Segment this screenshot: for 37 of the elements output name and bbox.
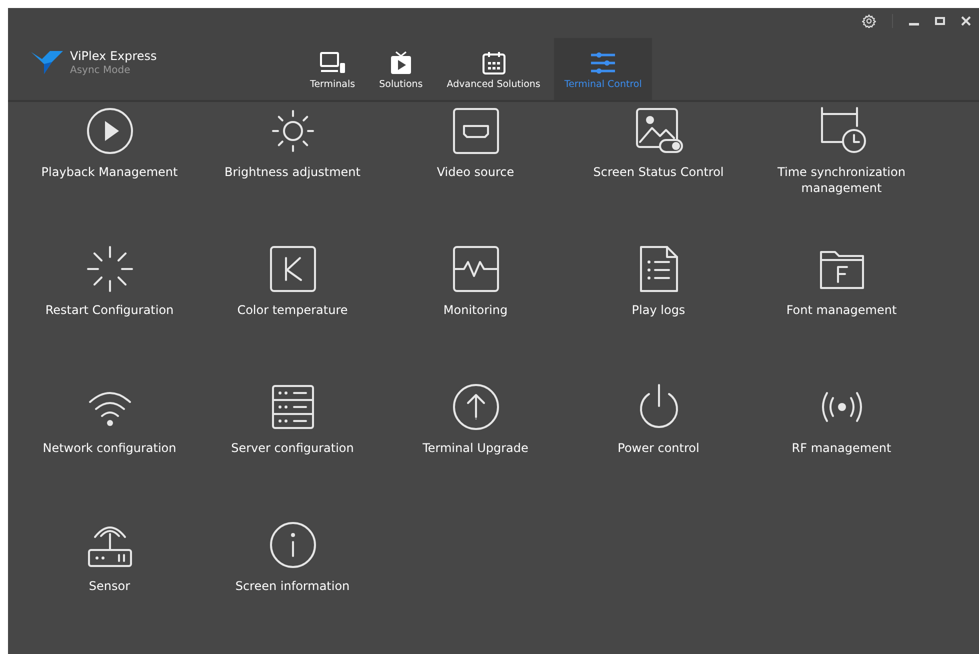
function-label[interactable]: Font management bbox=[786, 302, 897, 318]
function-label[interactable]: Play logs bbox=[632, 302, 686, 318]
monitor-icon bbox=[320, 51, 346, 75]
maximize-icon[interactable] bbox=[935, 16, 945, 26]
function-label[interactable]: Restart Configuration bbox=[45, 302, 174, 318]
image-toggle-icon bbox=[634, 106, 684, 156]
close-icon[interactable] bbox=[961, 16, 971, 26]
heartbeat-monitor-icon bbox=[450, 244, 500, 294]
play-icon bbox=[84, 106, 134, 156]
function-label[interactable]: Sensor bbox=[88, 578, 130, 594]
settings-icon[interactable] bbox=[862, 14, 876, 28]
function-label[interactable]: Network configuration bbox=[42, 440, 176, 456]
function-label[interactable]: Power control bbox=[618, 440, 700, 456]
nav-tab[interactable]: Advanced Solutions bbox=[436, 38, 550, 100]
function-label[interactable]: Monitoring bbox=[443, 302, 508, 318]
info-icon bbox=[268, 520, 318, 570]
function-label[interactable]: Server configuration bbox=[231, 440, 354, 456]
function-label[interactable]: Video source bbox=[436, 164, 514, 180]
tv-play-icon bbox=[390, 51, 412, 75]
nav-tab[interactable]: Solutions bbox=[369, 38, 433, 100]
function-label[interactable]: Color temperature bbox=[237, 302, 348, 318]
app-name: ViPlex Express bbox=[70, 48, 157, 62]
function-label[interactable]: Terminal Upgrade bbox=[422, 440, 528, 456]
function-label[interactable]: Screen information bbox=[235, 578, 350, 594]
function-label[interactable]: Playback Management bbox=[41, 164, 178, 180]
k-letter-icon bbox=[268, 244, 318, 294]
function-label[interactable]: RF management bbox=[792, 440, 892, 456]
loading-spinner-icon bbox=[84, 244, 134, 294]
function-label[interactable]: Brightness adjustment bbox=[224, 164, 360, 180]
sliders-icon bbox=[590, 51, 616, 75]
bird-logo-icon bbox=[30, 48, 64, 76]
mode-label: Async Mode bbox=[70, 64, 132, 76]
hdmi-port-icon bbox=[450, 106, 500, 156]
nav-tab[interactable]: Terminals bbox=[300, 38, 366, 100]
calendar-icon bbox=[482, 51, 506, 75]
function-label[interactable]: Time synchronization management bbox=[756, 164, 926, 196]
function-label[interactable]: Screen Status Control bbox=[593, 164, 724, 180]
